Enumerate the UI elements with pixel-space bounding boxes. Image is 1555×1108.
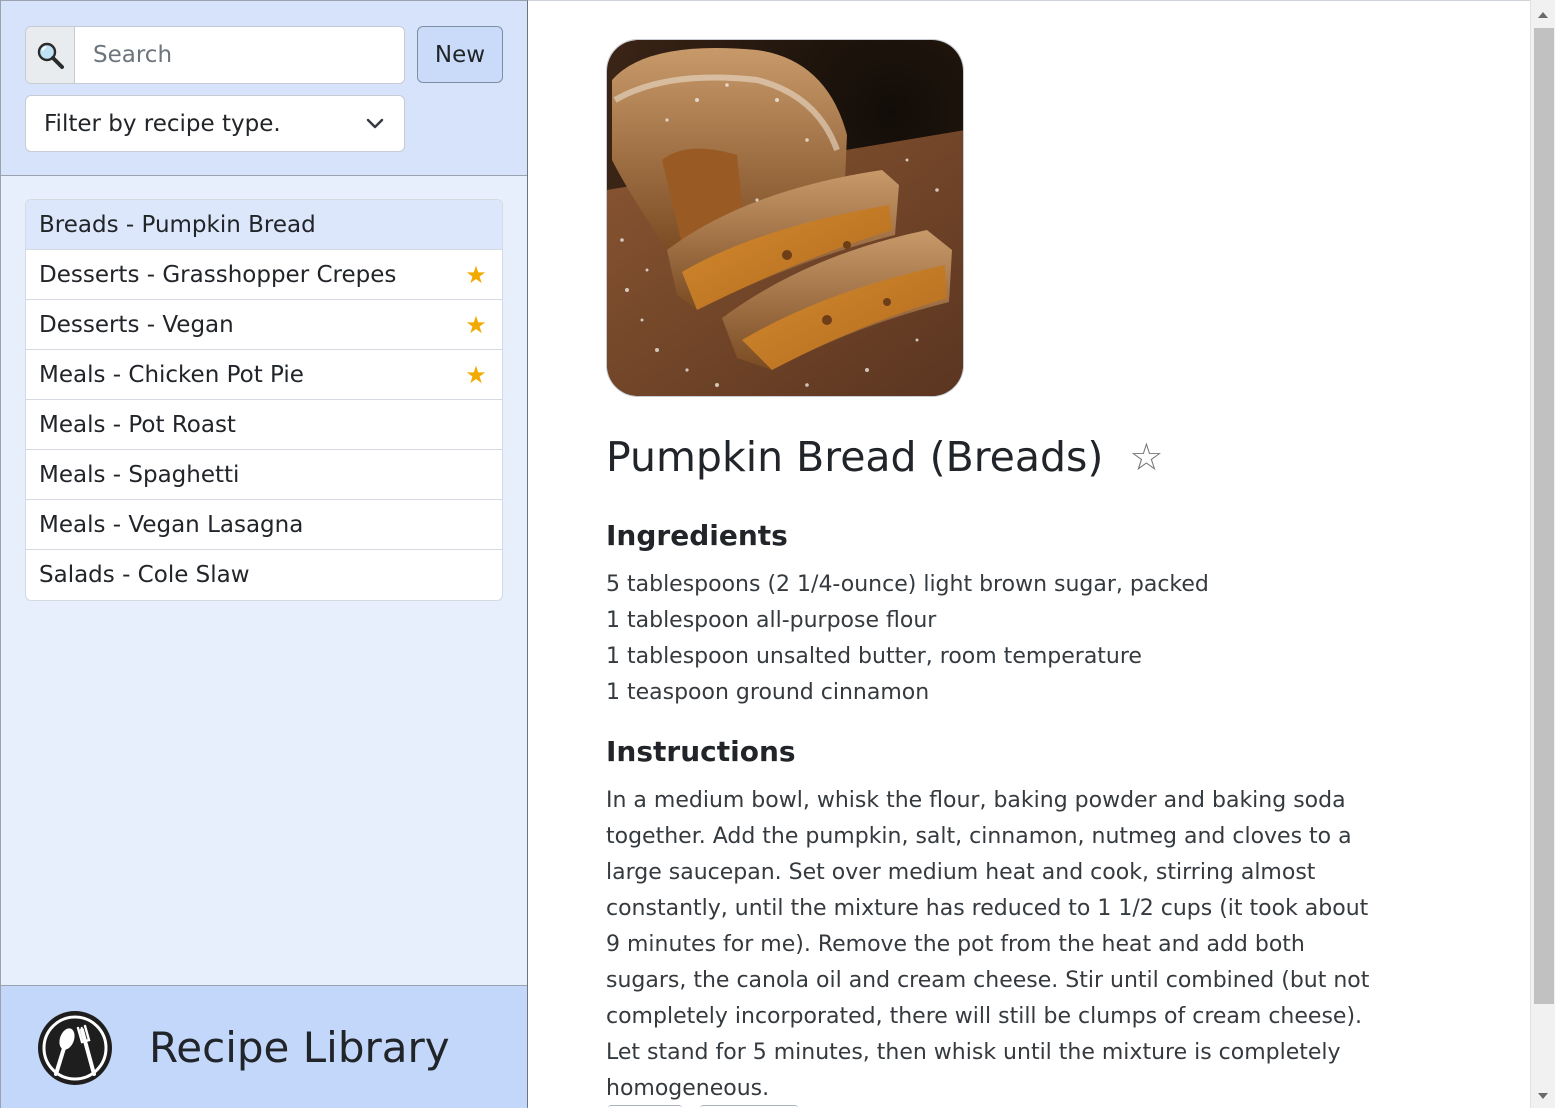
pumpkin-bread-photo xyxy=(607,40,963,396)
recipe-list-item-label: Desserts - Grasshopper Crepes xyxy=(39,261,397,288)
recipe-title: Pumpkin Bread (Breads) ☆ xyxy=(606,433,1163,481)
app-title: Recipe Library xyxy=(149,1023,450,1072)
new-recipe-button[interactable]: New xyxy=(417,26,503,83)
ingredient-item: 5 tablespoons (2 1/4-ounce) light brown … xyxy=(606,572,1209,597)
instructions-heading: Instructions xyxy=(606,735,796,768)
search-group xyxy=(25,26,405,84)
recipe-list-item-label: Meals - Vegan Lasagna xyxy=(39,511,304,538)
recipe-list-item-label: Meals - Pot Roast xyxy=(39,411,236,438)
scrollbar[interactable] xyxy=(1530,0,1555,1108)
recipe-list-item[interactable]: Breads - Pumpkin Bread xyxy=(26,200,502,250)
recipe-type-filter[interactable]: Filter by recipe type. xyxy=(25,95,405,152)
recipe-list-item[interactable]: Desserts - Grasshopper Crepes ★ xyxy=(26,250,502,300)
recipe-list-item-label: Salads - Cole Slaw xyxy=(39,562,250,588)
ingredients-heading: Ingredients xyxy=(606,519,788,552)
search-input[interactable] xyxy=(75,27,404,83)
sidebar: New Filter by recipe type. Breads - Pump… xyxy=(0,0,528,1108)
recipe-list-item[interactable]: Salads - Cole Slaw xyxy=(26,550,502,600)
scroll-thumb[interactable] xyxy=(1534,28,1554,1004)
recipe-list-item[interactable]: Meals - Spaghetti xyxy=(26,450,502,500)
scroll-up-arrow-icon[interactable] xyxy=(1537,9,1549,21)
instructions-text: In a medium bowl, whisk the flour, bakin… xyxy=(606,788,1370,1101)
brand-bar: Recipe Library xyxy=(1,985,527,1108)
chevron-down-icon xyxy=(364,113,386,135)
recipe-type-filter-label: Filter by recipe type. xyxy=(44,110,281,137)
favorite-star-icon: ★ xyxy=(465,310,487,339)
ingredient-item: 1 teaspoon ground cinnamon xyxy=(606,680,930,705)
favorite-star-icon: ★ xyxy=(465,260,487,289)
recipe-list-item-label: Desserts - Vegan xyxy=(39,311,234,338)
search-icon xyxy=(37,42,64,69)
scroll-down-arrow-icon[interactable] xyxy=(1537,1090,1549,1102)
recipe-list-item[interactable]: Meals - Vegan Lasagna xyxy=(26,500,502,550)
recipe-list-item-label: Breads - Pumpkin Bread xyxy=(39,211,316,238)
recipe-list-item[interactable]: Meals - Pot Roast xyxy=(26,400,502,450)
spoon-fork-logo-icon xyxy=(38,1010,112,1085)
recipe-detail: Pumpkin Bread (Breads) ☆ Ingredients 5 t… xyxy=(528,0,1530,1108)
recipe-list-item-label: Meals - Spaghetti xyxy=(39,461,240,488)
sidebar-controls: New Filter by recipe type. xyxy=(1,1,527,176)
favorite-star-icon[interactable]: ☆ xyxy=(1129,438,1163,476)
recipe-list-item-label: Meals - Chicken Pot Pie xyxy=(39,361,304,388)
favorite-star-icon: ★ xyxy=(465,360,487,389)
ingredient-item: 1 tablespoon all-purpose flour xyxy=(606,608,937,633)
recipe-title-text: Pumpkin Bread (Breads) xyxy=(606,433,1104,481)
recipe-list-item[interactable]: Meals - Chicken Pot Pie ★ xyxy=(26,350,502,400)
ingredient-item: 1 tablespoon unsalted butter, room tempe… xyxy=(606,644,1142,669)
recipe-list: Breads - Pumpkin Bread Desserts - Grassho… xyxy=(25,199,503,601)
recipe-photo xyxy=(606,39,964,397)
ingredients-list: 5 tablespoons (2 1/4-ounce) light brown … xyxy=(606,567,1209,711)
recipe-list-item[interactable]: Desserts - Vegan ★ xyxy=(26,300,502,350)
search-button[interactable] xyxy=(26,27,75,83)
